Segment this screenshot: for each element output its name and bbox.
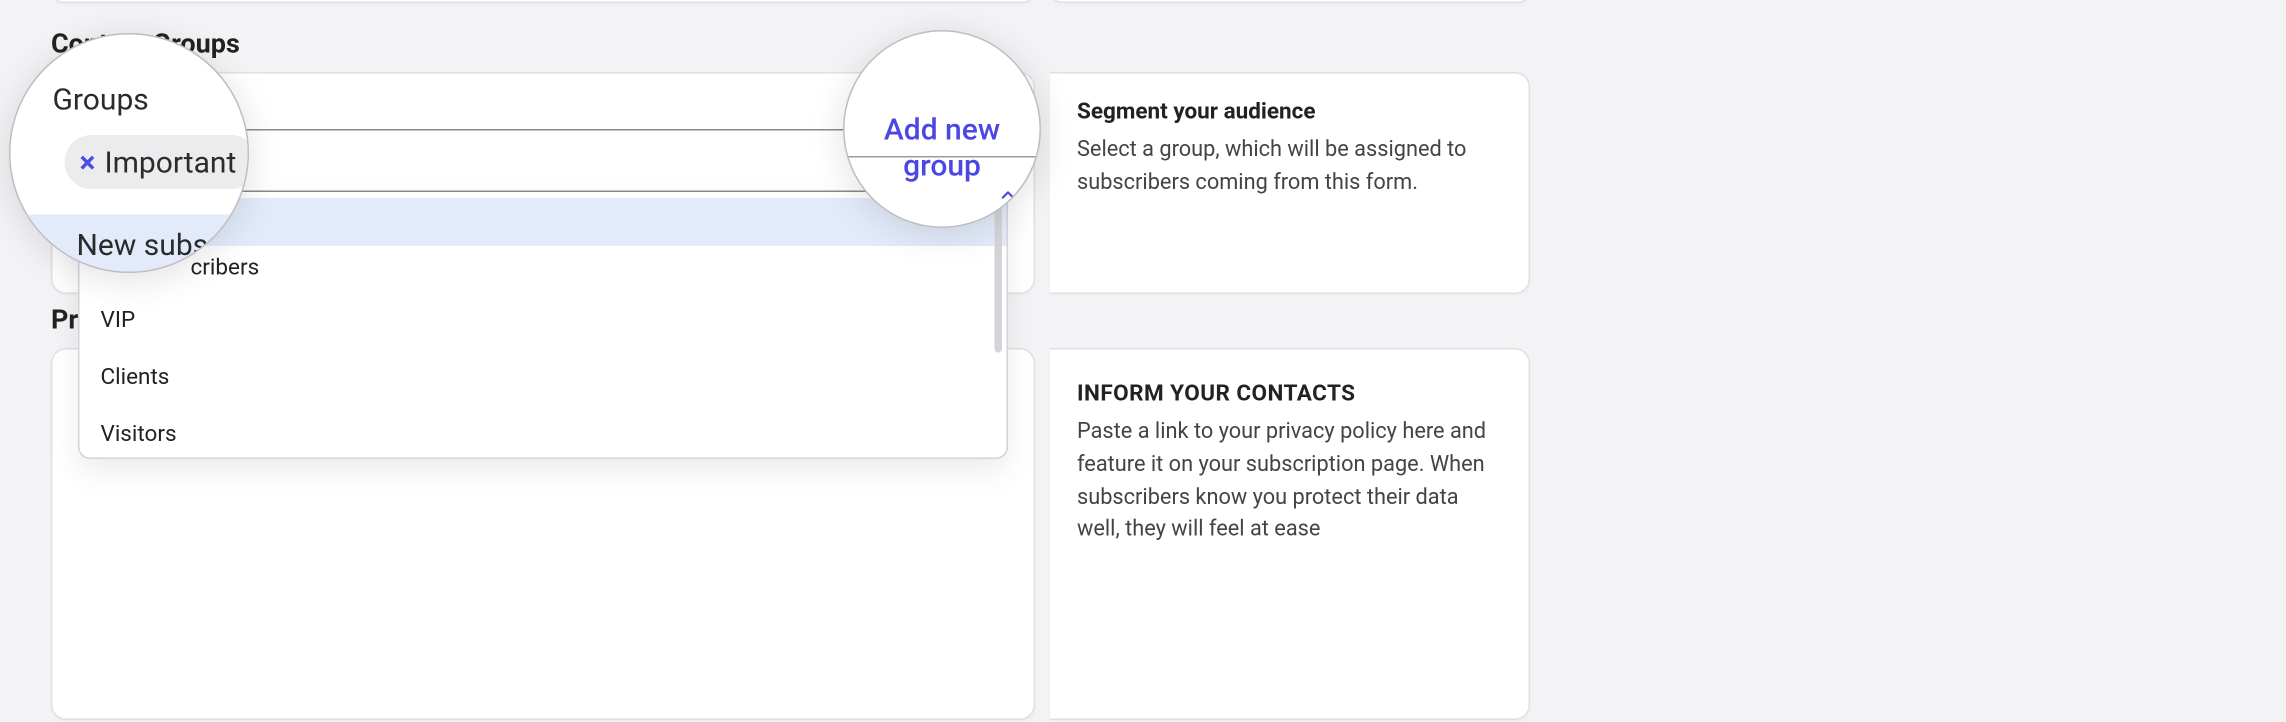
group-chip-label: Important — [104, 144, 236, 180]
prev-section-card-edge — [51, 0, 1035, 3]
groups-field-label: Groups — [53, 81, 149, 117]
group-chip-important[interactable]: × Important — [65, 135, 250, 189]
help-segment-body: Select a group, which will be assigned t… — [1077, 134, 1502, 199]
privacy-help-card: INFORM YOUR CONTACTS Paste a link to you… — [1050, 348, 1530, 720]
prev-help-card-edge — [1050, 0, 1530, 3]
add-new-group-link[interactable]: Add new group — [845, 111, 1040, 183]
dropdown-highlight-label: New subs — [77, 227, 209, 263]
dropdown-item[interactable]: VIP — [80, 291, 1007, 348]
help-inform-title: INFORM YOUR CONTACTS — [1077, 380, 1502, 407]
dropdown-item[interactable]: Visitors — [80, 405, 1007, 459]
contact-groups-help-card: Segment your audience Select a group, wh… — [1050, 72, 1530, 294]
select-border-segment — [845, 156, 1040, 158]
help-inform-body: Paste a link to your privacy policy here… — [1077, 416, 1502, 547]
magnifier-bubble-left: Groups × Important New subs — [9, 33, 249, 273]
help-segment-title: Segment your audience — [1077, 98, 1502, 125]
dropdown-item[interactable]: Clients — [80, 348, 1007, 405]
magnifier-bubble-right: Add new group — [843, 30, 1041, 228]
chip-remove-icon[interactable]: × — [80, 144, 96, 180]
chevron-up-icon — [998, 185, 1019, 206]
